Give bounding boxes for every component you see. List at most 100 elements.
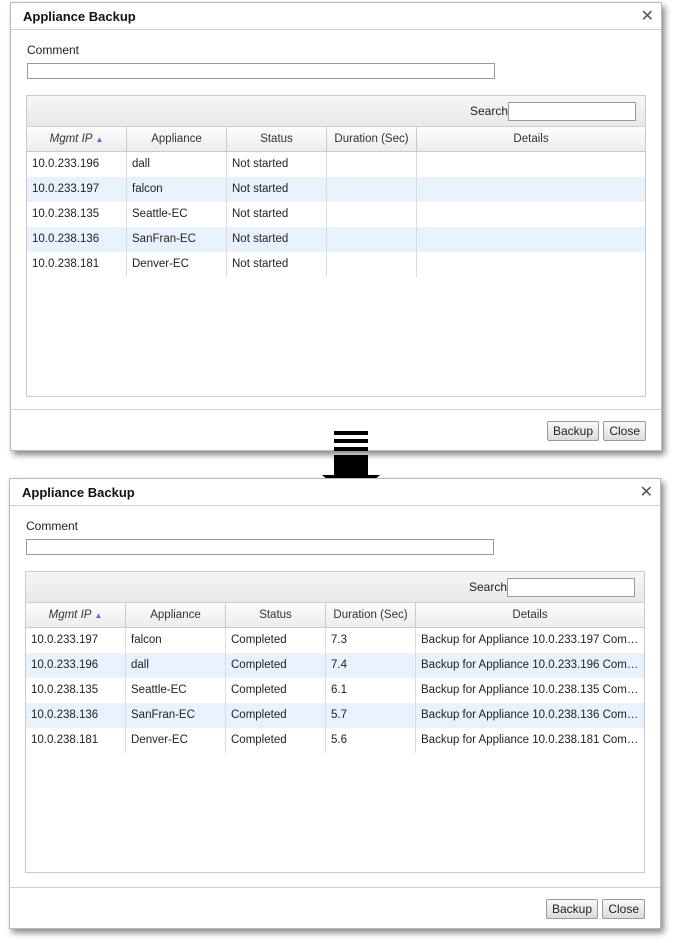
table-row[interactable]: 10.0.233.196 dall Not started (27, 152, 645, 177)
dialog-footer: Backup Close (10, 887, 660, 919)
cell-details: Backup for Appliance 10.0.238.136 Comple… (421, 709, 644, 721)
cell-mgmt-ip: 10.0.238.135 (26, 678, 126, 703)
close-icon[interactable]: ✕ (640, 482, 653, 502)
cell-status: Completed (226, 728, 326, 753)
table-row[interactable]: 10.0.238.136 SanFran-EC Completed 5.7 Ba… (26, 703, 644, 728)
cell-status: Not started (227, 177, 327, 202)
comment-input[interactable] (27, 63, 495, 79)
dialog-titlebar: Appliance Backup ✕ (11, 3, 661, 30)
cell-details (417, 227, 645, 252)
backup-button[interactable]: Backup (545, 899, 598, 919)
grid-rows: 10.0.233.197 falcon Completed 7.3 Backup… (26, 628, 644, 753)
cell-mgmt-ip: 10.0.233.196 (27, 152, 127, 177)
cell-mgmt-ip: 10.0.238.136 (27, 227, 127, 252)
column-header-label: Mgmt IP (48, 609, 92, 621)
cell-mgmt-ip: 10.0.233.197 (26, 628, 126, 653)
column-header-details[interactable]: Details (416, 603, 644, 627)
cell-duration: 5.6 (326, 728, 416, 753)
column-header-mgmt-ip[interactable]: Mgmt IP ▲ (27, 127, 127, 151)
column-header-duration[interactable]: Duration (Sec) (326, 603, 416, 627)
table-row[interactable]: 10.0.238.181 Denver-EC Completed 5.6 Bac… (26, 728, 644, 753)
comment-label: Comment (27, 43, 80, 57)
cell-status: Not started (227, 202, 327, 227)
cell-status: Not started (227, 227, 327, 252)
column-header-label: Mgmt IP (49, 133, 93, 145)
cell-duration (327, 177, 417, 202)
cell-appliance: Seattle-EC (126, 678, 226, 703)
cell-duration: 7.3 (326, 628, 416, 653)
cell-details (417, 177, 645, 202)
cell-duration: 6.1 (326, 678, 416, 703)
cell-duration (327, 227, 417, 252)
close-button[interactable]: Close (603, 421, 646, 441)
dialog-footer: Backup Close (11, 409, 661, 441)
column-header-status[interactable]: Status (226, 603, 326, 627)
cell-appliance: dall (127, 152, 227, 177)
comment-input[interactable] (26, 539, 494, 555)
cell-status: Completed (226, 703, 326, 728)
cell-mgmt-ip: 10.0.233.197 (27, 177, 127, 202)
appliance-grid: Search Mgmt IP ▲ Appliance Status Duratio… (25, 571, 645, 873)
cell-duration: 7.4 (326, 653, 416, 678)
table-row[interactable]: 10.0.238.135 Seattle-EC Not started (27, 202, 645, 227)
cell-details (417, 252, 645, 277)
backup-button[interactable]: Backup (546, 421, 599, 441)
cell-mgmt-ip: 10.0.238.135 (27, 202, 127, 227)
cell-duration (327, 252, 417, 277)
cell-details: Backup for Appliance 10.0.233.197 Comple… (421, 634, 644, 646)
close-icon[interactable]: ✕ (641, 6, 654, 26)
cell-duration: 5.7 (326, 703, 416, 728)
column-header-status[interactable]: Status (227, 127, 327, 151)
comment-label: Comment (26, 519, 79, 533)
appliance-grid: Search Mgmt IP ▲ Appliance Status Duratio… (26, 95, 646, 397)
grid-toolbar: Search (26, 572, 644, 603)
search-input[interactable] (507, 578, 635, 597)
column-header-details[interactable]: Details (417, 127, 645, 151)
table-row[interactable]: 10.0.233.197 falcon Not started (27, 177, 645, 202)
cell-details (417, 202, 645, 227)
table-row[interactable]: 10.0.238.181 Denver-EC Not started (27, 252, 645, 277)
cell-appliance: dall (126, 653, 226, 678)
cell-details: Backup for Appliance 10.0.238.135 Comple… (421, 684, 644, 696)
sort-ascending-icon: ▲ (94, 611, 103, 620)
column-header-appliance[interactable]: Appliance (126, 603, 226, 627)
cell-details: Backup for Appliance 10.0.233.196 Comple… (421, 659, 644, 671)
grid-header: Mgmt IP ▲ Appliance Status Duration (Sec)… (26, 603, 644, 628)
cell-status: Not started (227, 252, 327, 277)
column-header-mgmt-ip[interactable]: Mgmt IP ▲ (26, 603, 126, 627)
dialog-titlebar: Appliance Backup ✕ (10, 479, 660, 506)
table-row[interactable]: 10.0.238.136 SanFran-EC Not started (27, 227, 645, 252)
cell-status: Not started (227, 152, 327, 177)
cell-duration (327, 152, 417, 177)
cell-appliance: falcon (127, 177, 227, 202)
cell-mgmt-ip: 10.0.238.181 (26, 728, 126, 753)
dialog-title: Appliance Backup (22, 485, 135, 500)
search-label: Search (469, 104, 508, 118)
search-input[interactable] (508, 102, 636, 121)
sort-ascending-icon: ▲ (95, 135, 104, 144)
cell-appliance: Seattle-EC (127, 202, 227, 227)
grid-rows: 10.0.233.196 dall Not started 10.0.233.1… (27, 152, 645, 277)
column-header-duration[interactable]: Duration (Sec) (327, 127, 417, 151)
column-header-appliance[interactable]: Appliance (127, 127, 227, 151)
grid-header: Mgmt IP ▲ Appliance Status Duration (Sec)… (27, 127, 645, 152)
cell-appliance: Denver-EC (126, 728, 226, 753)
cell-mgmt-ip: 10.0.238.136 (26, 703, 126, 728)
cell-mgmt-ip: 10.0.233.196 (26, 653, 126, 678)
close-button[interactable]: Close (602, 899, 645, 919)
cell-appliance: Denver-EC (127, 252, 227, 277)
cell-details: Backup for Appliance 10.0.238.181 Comple… (421, 734, 644, 746)
cell-duration (327, 202, 417, 227)
table-row[interactable]: 10.0.238.135 Seattle-EC Completed 6.1 Ba… (26, 678, 644, 703)
cell-details (417, 152, 645, 177)
cell-status: Completed (226, 628, 326, 653)
appliance-backup-dialog-after: Appliance Backup ✕ Comment Search Mgmt I… (9, 478, 661, 929)
table-row[interactable]: 10.0.233.197 falcon Completed 7.3 Backup… (26, 628, 644, 653)
search-label: Search (468, 580, 507, 594)
cell-status: Completed (226, 678, 326, 703)
appliance-backup-dialog-before: Appliance Backup ✕ Comment Search Mgmt I… (10, 2, 662, 451)
cell-mgmt-ip: 10.0.238.181 (27, 252, 127, 277)
grid-toolbar: Search (27, 96, 645, 127)
dialog-title: Appliance Backup (23, 9, 136, 24)
table-row[interactable]: 10.0.233.196 dall Completed 7.4 Backup f… (26, 653, 644, 678)
